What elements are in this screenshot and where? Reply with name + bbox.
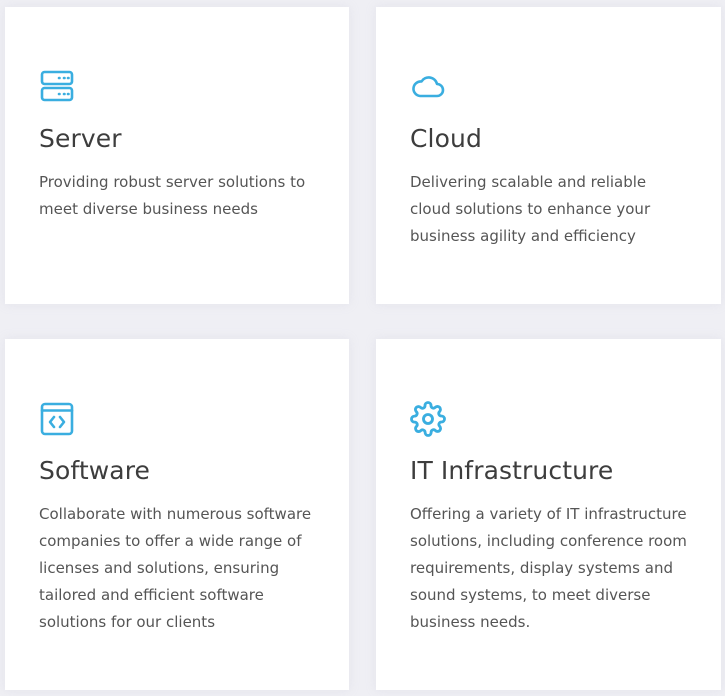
server-icon xyxy=(39,69,75,105)
service-card-server: Server Providing robust server solutions… xyxy=(5,7,349,304)
gear-icon xyxy=(410,401,446,437)
card-title: IT Infrastructure xyxy=(410,456,614,485)
cloud-icon xyxy=(410,69,446,105)
card-description: Offering a variety of IT infrastructure … xyxy=(410,505,687,631)
service-card-it-infrastructure: IT Infrastructure Offering a variety of … xyxy=(376,339,721,690)
card-title: Software xyxy=(39,456,151,485)
card-description: Providing robust server solutions to mee… xyxy=(39,173,306,218)
code-window-icon xyxy=(39,401,75,437)
service-card-cloud: Cloud Delivering scalable and reliable c… xyxy=(376,7,721,304)
card-description: Collaborate with numerous software compa… xyxy=(39,505,312,631)
card-title: Cloud xyxy=(410,124,482,153)
service-card-software: Software Collaborate with numerous softw… xyxy=(5,339,349,690)
card-description: Delivering scalable and reliable cloud s… xyxy=(410,173,651,245)
card-title: Server xyxy=(39,124,122,153)
